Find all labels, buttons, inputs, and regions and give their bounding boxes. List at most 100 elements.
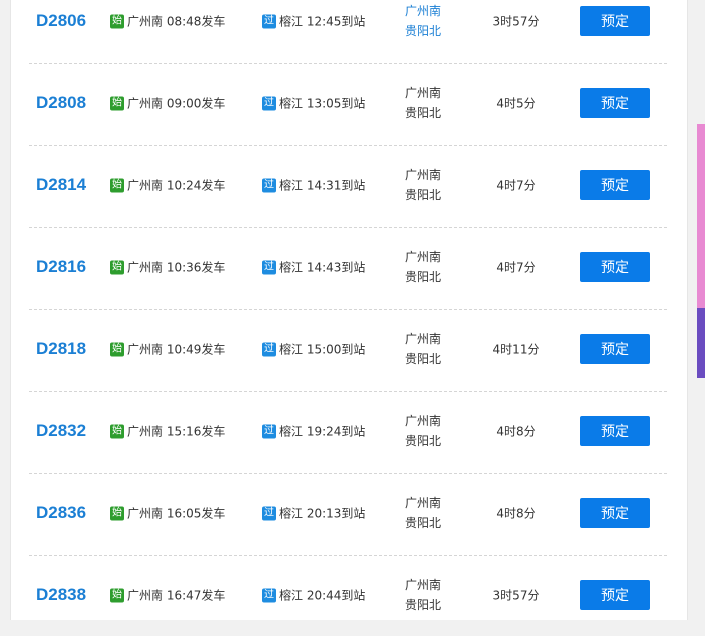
departure-time: 16:05发车 (166, 506, 226, 521)
duration: 3时57分 (492, 588, 540, 603)
route-from: 广州南 (405, 168, 442, 182)
departure-info: 始 广州南 10:24发车 (110, 177, 225, 194)
arrival-info: 过 榕江 14:43到站 (262, 259, 365, 276)
side-banner-purple[interactable] (697, 308, 705, 378)
arrival-info: 过 榕江 14:31到站 (262, 177, 365, 194)
pass-badge-icon: 过 (262, 506, 276, 520)
duration: 3时57分 (492, 14, 540, 29)
departure-time: 10:24发车 (166, 178, 226, 193)
departure-time: 15:16发车 (166, 424, 226, 439)
table-row: D2836 始 广州南 16:05发车 过 榕江 20:13到站 广州南 贵阳北… (11, 472, 687, 554)
route-to: 贵阳北 (405, 516, 442, 530)
departure-info: 始 广州南 08:48发车 (110, 13, 225, 30)
duration: 4时11分 (492, 342, 540, 357)
departure-info: 始 广州南 16:05发车 (110, 505, 225, 522)
arrival-time: 14:43到站 (306, 260, 366, 275)
route-from: 广州南 (405, 250, 442, 264)
route-to: 贵阳北 (405, 106, 442, 120)
pass-badge-icon: 过 (262, 260, 276, 274)
arrival-time: 15:00到站 (306, 342, 366, 357)
arrival-info: 过 榕江 12:45到站 (262, 13, 365, 30)
book-button[interactable]: 预定 (580, 580, 650, 610)
departure-info: 始 广州南 15:16发车 (110, 423, 225, 440)
train-number[interactable]: D2806 (36, 11, 86, 31)
duration: 4时8分 (496, 506, 536, 521)
route-to: 贵阳北 (405, 352, 442, 366)
pass-badge-icon: 过 (262, 342, 276, 356)
arrival-station: 榕江 (279, 424, 304, 439)
side-banner-pink[interactable] (697, 124, 705, 308)
start-badge-icon: 始 (110, 342, 124, 356)
arrival-station: 榕江 (279, 14, 304, 29)
duration: 4时7分 (496, 178, 536, 193)
route-stations[interactable]: 广州南 贵阳北 (405, 1, 455, 41)
train-number[interactable]: D2808 (36, 93, 86, 113)
book-button[interactable]: 预定 (580, 252, 650, 282)
start-badge-icon: 始 (110, 178, 124, 192)
route-to: 贵阳北 (405, 24, 442, 38)
train-number[interactable]: D2816 (36, 257, 86, 277)
table-row: D2806 始 广州南 08:48发车 过 榕江 12:45到站 广州南 贵阳北… (11, 0, 687, 62)
pass-badge-icon: 过 (262, 588, 276, 602)
pass-badge-icon: 过 (262, 14, 276, 28)
route-from: 广州南 (405, 414, 442, 428)
book-button[interactable]: 预定 (580, 170, 650, 200)
pass-badge-icon: 过 (262, 178, 276, 192)
duration: 4时5分 (496, 96, 536, 111)
arrival-time: 14:31到站 (306, 178, 366, 193)
route-to: 贵阳北 (405, 598, 442, 612)
train-number[interactable]: D2836 (36, 503, 86, 523)
arrival-info: 过 榕江 15:00到站 (262, 341, 365, 358)
departure-station: 广州南 (127, 178, 164, 193)
route-to: 贵阳北 (405, 270, 442, 284)
route-stations: 广州南 贵阳北 (405, 411, 455, 451)
table-row: D2818 始 广州南 10:49发车 过 榕江 15:00到站 广州南 贵阳北… (11, 308, 687, 390)
departure-time: 09:00发车 (166, 96, 226, 111)
departure-station: 广州南 (127, 14, 164, 29)
start-badge-icon: 始 (110, 424, 124, 438)
arrival-station: 榕江 (279, 506, 304, 521)
arrival-info: 过 榕江 19:24到站 (262, 423, 365, 440)
book-button[interactable]: 预定 (580, 334, 650, 364)
table-row: D2816 始 广州南 10:36发车 过 榕江 14:43到站 广州南 贵阳北… (11, 226, 687, 308)
pass-badge-icon: 过 (262, 96, 276, 110)
train-number[interactable]: D2832 (36, 421, 86, 441)
arrival-time: 20:13到站 (306, 506, 366, 521)
arrival-time: 19:24到站 (306, 424, 366, 439)
arrival-station: 榕江 (279, 96, 304, 111)
departure-info: 始 广州南 09:00发车 (110, 95, 225, 112)
book-button[interactable]: 预定 (580, 88, 650, 118)
route-stations: 广州南 贵阳北 (405, 165, 455, 205)
route-stations: 广州南 贵阳北 (405, 575, 455, 615)
table-row: D2808 始 广州南 09:00发车 过 榕江 13:05到站 广州南 贵阳北… (11, 62, 687, 144)
table-row: D2832 始 广州南 15:16发车 过 榕江 19:24到站 广州南 贵阳北… (11, 390, 687, 472)
departure-station: 广州南 (127, 424, 164, 439)
departure-station: 广州南 (127, 342, 164, 357)
start-badge-icon: 始 (110, 506, 124, 520)
arrival-time: 12:45到站 (306, 14, 366, 29)
route-to: 贵阳北 (405, 188, 442, 202)
train-list: D2806 始 广州南 08:48发车 过 榕江 12:45到站 广州南 贵阳北… (10, 0, 688, 620)
route-stations: 广州南 贵阳北 (405, 247, 455, 287)
duration: 4时7分 (496, 260, 536, 275)
book-button[interactable]: 预定 (580, 416, 650, 446)
train-number[interactable]: D2814 (36, 175, 86, 195)
route-from: 广州南 (405, 496, 442, 510)
pass-badge-icon: 过 (262, 424, 276, 438)
book-button[interactable]: 预定 (580, 6, 650, 36)
departure-time: 16:47发车 (166, 588, 226, 603)
route-to: 贵阳北 (405, 434, 442, 448)
arrival-station: 榕江 (279, 178, 304, 193)
departure-info: 始 广州南 10:49发车 (110, 341, 225, 358)
departure-time: 08:48发车 (166, 14, 226, 29)
departure-station: 广州南 (127, 506, 164, 521)
book-button[interactable]: 预定 (580, 498, 650, 528)
start-badge-icon: 始 (110, 96, 124, 110)
arrival-time: 13:05到站 (306, 96, 366, 111)
arrival-station: 榕江 (279, 588, 304, 603)
train-number[interactable]: D2818 (36, 339, 86, 359)
route-from: 广州南 (405, 578, 442, 592)
departure-info: 始 广州南 10:36发车 (110, 259, 225, 276)
train-number[interactable]: D2838 (36, 585, 86, 605)
departure-station: 广州南 (127, 260, 164, 275)
